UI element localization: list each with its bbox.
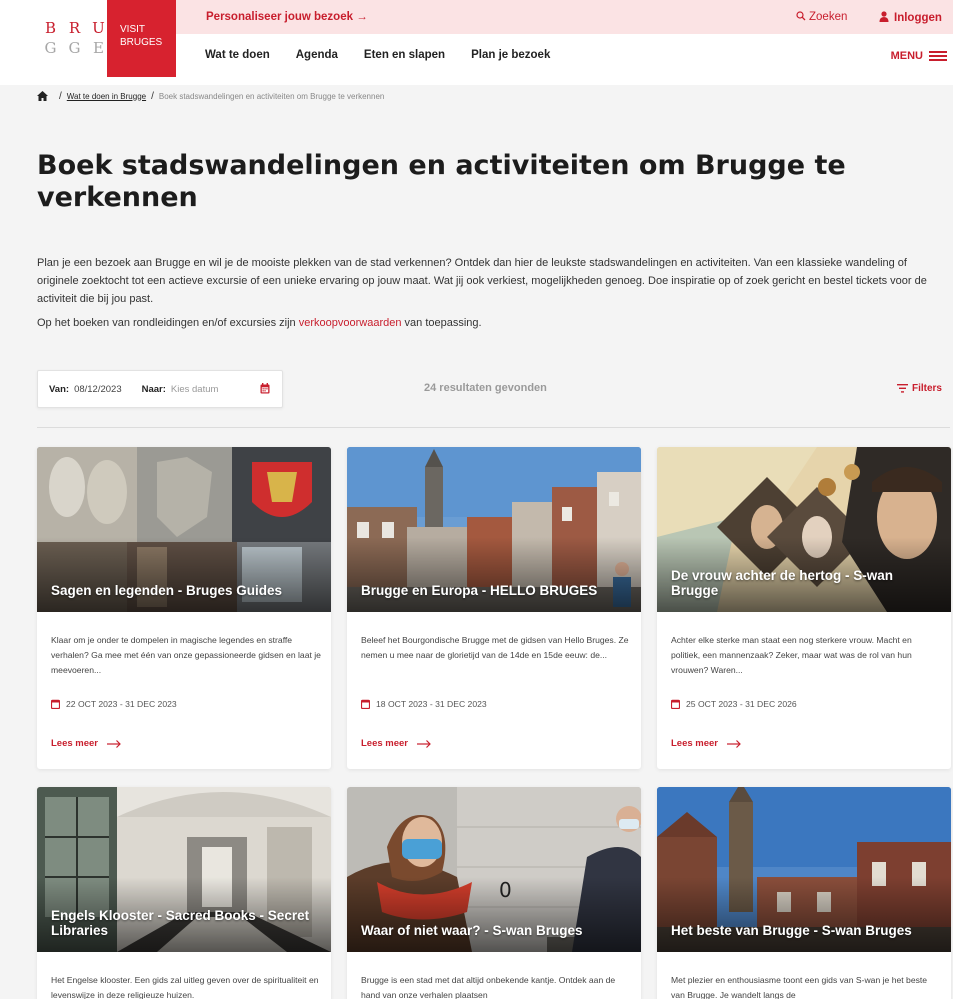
card-description: Brugge is een stad met dat altijd onbeke… <box>361 975 616 999</box>
card-description: Beleef het Bourgondische Brugge met de g… <box>361 635 629 660</box>
intro-text: Plan je een bezoek aan Brugge en wil je … <box>37 257 927 305</box>
nav-item-plan-je-bezoek[interactable]: Plan je bezoek <box>471 49 550 61</box>
card-date-text: 18 OCT 2023 - 31 DEC 2023 <box>376 699 487 709</box>
filters-button[interactable]: Filters <box>896 383 942 394</box>
card-image-klooster[interactable]: Engels Klooster - Sacred Books - Secret … <box>37 787 331 952</box>
card-image-hertog[interactable]: De vrouw achter de hertog - S-wan Brugge <box>657 447 951 612</box>
activity-card[interactable]: Sagen en legenden - Bruges Guides Klaar … <box>37 447 331 769</box>
user-icon <box>879 11 889 22</box>
card-image-legends[interactable]: Sagen en legenden - Bruges Guides <box>37 447 331 612</box>
card-title[interactable]: Het beste van Brugge - S-wan Bruges <box>671 923 939 938</box>
from-date-input[interactable]: 08/12/2023 <box>74 384 122 395</box>
card-title[interactable]: De vrouw achter de hertog - S-wan Brugge <box>671 568 939 598</box>
logo-letter: B <box>44 19 58 37</box>
date-range-picker[interactable]: Van: 08/12/2023 Naar: Kies datum <box>37 370 283 408</box>
nav-item-agenda[interactable]: Agenda <box>296 49 338 61</box>
card-date-text: 22 OCT 2023 - 31 DEC 2023 <box>66 699 177 709</box>
card-image-waar[interactable]: 0 Waar of niet waar? - S-wan Bruges <box>347 787 641 952</box>
personalise-bar: Personaliseer jouw bezoek → Zoeken Inlog… <box>176 0 953 34</box>
image-overlay <box>37 537 331 612</box>
card-title[interactable]: Brugge en Europa - HELLO BRUGES <box>361 583 629 598</box>
card-title[interactable]: Sagen en legenden - Bruges Guides <box>51 583 319 598</box>
terms-before: Op het boeken van rondleidingen en/of ex… <box>37 317 299 329</box>
nav-item-eten-en-slapen[interactable]: Eten en slapen <box>364 49 445 61</box>
filters-label: Filters <box>911 383 942 394</box>
calendar-icon <box>361 699 370 709</box>
card-description: Achter elke sterke man staat een nog ste… <box>671 635 912 675</box>
terms-text: Op het boeken van rondleidingen en/of ex… <box>37 314 482 332</box>
terms-after: van toepassing. <box>401 317 482 329</box>
card-date: 18 OCT 2023 - 31 DEC 2023 <box>361 699 487 709</box>
card-title[interactable]: Waar of niet waar? - S-wan Bruges <box>361 923 629 938</box>
arrow-right-icon <box>107 739 121 748</box>
logo-letter: G <box>68 39 82 57</box>
filter-icon <box>896 384 908 393</box>
arrow-right-icon <box>727 739 741 748</box>
breadcrumb-current: Boek stadswandelingen en activiteiten om… <box>158 91 385 101</box>
card-description: Het Engelse klooster. Een gids zal uitle… <box>51 975 319 999</box>
breadcrumb: / Wat te doen in Brugge / Boek stadswand… <box>37 89 384 103</box>
logo-letter: R <box>68 19 82 37</box>
results-count: 24 resultaten gevonden <box>424 382 547 394</box>
divider <box>37 427 950 428</box>
read-more-label: Lees meer <box>361 738 409 749</box>
breadcrumb-separator: / <box>151 90 154 102</box>
hamburger-icon <box>929 51 947 61</box>
card-date: 22 OCT 2023 - 31 DEC 2023 <box>51 699 177 709</box>
login-label: Inloggen <box>894 12 942 24</box>
activity-card[interactable]: Het beste van Brugge - S-wan Bruges Met … <box>657 787 951 999</box>
visit-line: VISIT <box>120 24 146 35</box>
visit-line: BRUGES <box>120 37 163 48</box>
menu-label: MENU <box>890 50 923 62</box>
read-more-link[interactable]: Lees meer <box>361 738 431 749</box>
logo-letter: U <box>92 19 106 37</box>
logo-letter: G <box>44 39 58 57</box>
search-label: Zoeken <box>809 11 848 23</box>
breadcrumb-separator: / <box>59 90 62 102</box>
activity-card[interactable]: De vrouw achter de hertog - S-wan Brugge… <box>657 447 951 769</box>
calendar-icon[interactable] <box>260 383 270 394</box>
card-description: Klaar om je onder te dompelen in magisch… <box>51 635 321 675</box>
activity-card[interactable]: Brugge en Europa - HELLO BRUGES Beleef h… <box>347 447 641 769</box>
image-overlay <box>347 877 641 952</box>
read-more-link[interactable]: Lees meer <box>671 738 741 749</box>
terms-link[interactable]: verkoopvoorwaarden <box>299 317 402 329</box>
activity-card[interactable]: Engels Klooster - Sacred Books - Secret … <box>37 787 331 999</box>
image-overlay <box>657 877 951 952</box>
login-button[interactable]: Inloggen <box>879 11 942 24</box>
nav-item-wat-te-doen[interactable]: Wat te doen <box>205 49 270 61</box>
menu-button[interactable]: MENU <box>891 50 947 62</box>
personalise-link[interactable]: Personaliseer jouw bezoek → <box>206 11 368 23</box>
search-icon <box>796 11 806 21</box>
card-date-text: 25 OCT 2023 - 31 DEC 2026 <box>686 699 797 709</box>
breadcrumb-link[interactable]: Wat te doen in Brugge <box>67 92 146 101</box>
to-date-input[interactable]: Kies datum <box>171 384 219 395</box>
card-title[interactable]: Engels Klooster - Sacred Books - Secret … <box>51 908 319 938</box>
card-date: 25 OCT 2023 - 31 DEC 2026 <box>671 699 797 709</box>
logo-letter: E <box>93 39 105 57</box>
calendar-icon <box>671 699 680 709</box>
visit-bruges-logo[interactable]: VISIT BRUGES <box>107 0 176 77</box>
read-more-label: Lees meer <box>51 738 99 749</box>
search-button[interactable]: Zoeken <box>796 11 847 23</box>
site-header: B R U G G E VISIT BRUGES Personaliseer j… <box>0 0 953 85</box>
page-title: Boek stadswandelingen en activiteiten om… <box>37 150 846 213</box>
to-label: Naar: <box>141 383 166 395</box>
read-more-link[interactable]: Lees meer <box>51 738 121 749</box>
main-nav: Wat te doen Agenda Eten en slapen Plan j… <box>205 49 576 61</box>
home-icon[interactable] <box>37 91 48 101</box>
calendar-icon <box>51 699 60 709</box>
from-label: Van: <box>49 383 70 395</box>
activity-card[interactable]: 0 Waar of niet waar? - S-wan Bruges Brug… <box>347 787 641 999</box>
brugge-logo[interactable]: B R U G G E <box>44 18 106 66</box>
arrow-right-icon <box>417 739 431 748</box>
card-image-europa[interactable]: Brugge en Europa - HELLO BRUGES <box>347 447 641 612</box>
card-image-beste[interactable]: Het beste van Brugge - S-wan Bruges <box>657 787 951 952</box>
image-overlay <box>347 537 641 612</box>
read-more-label: Lees meer <box>671 738 719 749</box>
card-description: Met plezier en enthousiasme toont een gi… <box>671 975 928 999</box>
